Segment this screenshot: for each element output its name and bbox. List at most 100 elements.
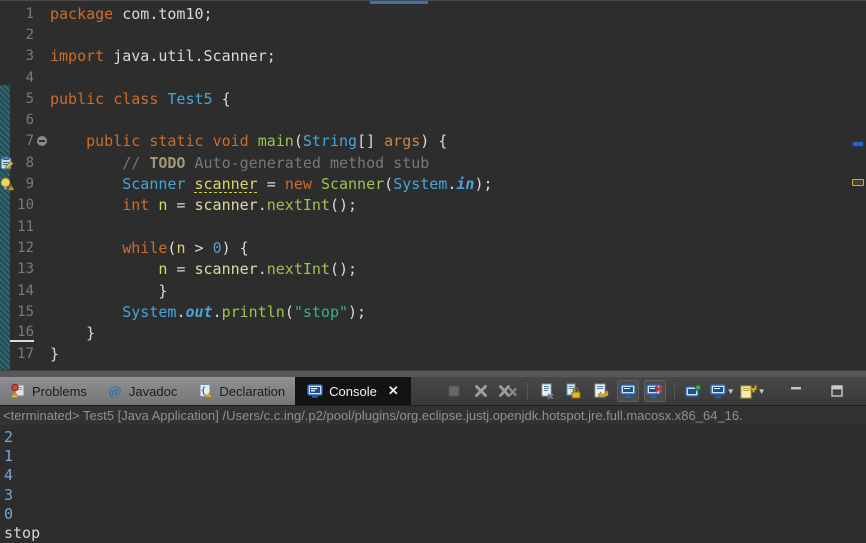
code-line[interactable]: 3 import java.util.Scanner;: [0, 46, 852, 67]
code-line[interactable]: 9 Scanner scanner = new Scanner(System.i…: [0, 173, 852, 194]
fold-marker-icon[interactable]: [34, 136, 50, 147]
task-icon[interactable]: [0, 152, 14, 173]
toolbar-separator: [526, 382, 528, 400]
clear-console-button[interactable]: [536, 380, 558, 402]
code-line[interactable]: 15 System.out.println("stop");: [0, 301, 852, 322]
line-number[interactable]: 10: [10, 197, 34, 213]
line-number[interactable]: 4: [10, 70, 34, 86]
gutter-cell: [0, 88, 10, 109]
gutter-cell: [0, 301, 10, 322]
code-token: static: [149, 132, 204, 151]
code-text[interactable]: System.out.println("stop");: [50, 303, 366, 321]
code-text[interactable]: public class Test5 {: [50, 90, 231, 108]
console-output[interactable]: 2 1 4 3 0 stop: [0, 425, 866, 543]
panel-splitter[interactable]: [0, 370, 866, 377]
code-line[interactable]: 11: [0, 216, 852, 237]
pin-console-button[interactable]: [683, 380, 705, 402]
line-number[interactable]: 3: [10, 48, 34, 64]
code-token: args: [384, 132, 421, 151]
gutter-cell: [0, 67, 10, 88]
code-token: while: [122, 238, 168, 257]
tab-label: Problems: [32, 383, 87, 399]
code-text[interactable]: while(n > 0) {: [50, 238, 248, 257]
code-lines: 1 package com.tom10; 2 3 import java.util.Sc…: [0, 3, 852, 365]
console-status-line: <terminated> Test5 [Java Application] /U…: [0, 405, 866, 425]
code-token: nextInt: [266, 260, 330, 279]
code-line[interactable]: 10 int n = scanner.nextInt();: [0, 195, 852, 216]
tab-console[interactable]: Console ✕: [295, 377, 411, 405]
java-editor[interactable]: 1 package com.tom10; 2 3 import java.util.Sc…: [0, 0, 866, 370]
overview-warning-marker[interactable]: [852, 179, 864, 186]
code-text[interactable]: int n = scanner.nextInt();: [50, 196, 357, 214]
line-number[interactable]: 14: [10, 283, 34, 299]
code-line[interactable]: 5 public class Test5 {: [0, 88, 852, 109]
code-token: }: [50, 345, 60, 364]
code-line[interactable]: 8 // TODO Auto-generated method stub: [0, 152, 852, 173]
code-line[interactable]: 17}: [0, 344, 852, 365]
javadoc-icon: @: [107, 383, 123, 400]
code-text[interactable]: Scanner scanner = new Scanner(System.in)…: [50, 175, 493, 194]
code-line[interactable]: 7 public static void main(String[] args)…: [0, 131, 852, 152]
remove-launch-button[interactable]: [470, 380, 492, 402]
console-line-stdin: 1: [4, 447, 14, 466]
code-line[interactable]: 6: [0, 109, 852, 130]
line-number[interactable]: 17: [10, 346, 34, 362]
line-number[interactable]: 2: [10, 27, 34, 43]
remove-all-launches-button[interactable]: [497, 380, 519, 402]
code-text[interactable]: // TODO Auto-generated method stub: [50, 154, 429, 172]
overview-occurrence-marker[interactable]: [852, 141, 864, 147]
close-icon[interactable]: ✕: [388, 383, 399, 399]
line-number[interactable]: 15: [10, 304, 34, 320]
open-console-button[interactable]: ▼: [740, 380, 766, 402]
chevron-down-icon[interactable]: ▼: [758, 387, 766, 396]
code-token: );: [474, 175, 493, 194]
code-token: (: [384, 175, 394, 194]
warning-bulb-icon[interactable]: [0, 173, 15, 194]
line-number[interactable]: 12: [10, 240, 34, 256]
code-text[interactable]: }: [50, 324, 95, 342]
code-line[interactable]: 13 n = scanner.nextInt();: [0, 259, 852, 280]
line-number[interactable]: 7: [10, 133, 34, 149]
line-number[interactable]: 13: [10, 261, 34, 277]
code-token: >: [185, 238, 213, 257]
console-line-stdin: 3: [4, 485, 14, 504]
code-line[interactable]: 16 }: [0, 322, 852, 343]
line-number[interactable]: 1: [10, 6, 34, 22]
code-line[interactable]: 4: [0, 67, 852, 88]
code-line[interactable]: 12 while(n > 0) {: [0, 237, 852, 258]
tab-declaration[interactable]: {Declaration: [187, 377, 295, 405]
code-token: java.util.Scanner;: [104, 47, 276, 66]
show-stderr-button[interactable]: [643, 380, 666, 402]
code-text[interactable]: public static void main(String[] args) {: [50, 132, 447, 150]
code-text[interactable]: n = scanner.nextInt();: [50, 260, 357, 278]
line-number[interactable]: 11: [10, 219, 34, 235]
code-text[interactable]: package com.tom10;: [50, 5, 213, 23]
code-token: package: [50, 4, 114, 23]
tab-javadoc[interactable]: @ Javadoc: [97, 377, 187, 405]
code-text[interactable]: }: [50, 282, 167, 300]
code-token: .: [257, 260, 267, 279]
code-token: 0: [212, 238, 222, 257]
word-wrap-button[interactable]: [590, 380, 612, 402]
code-text[interactable]: import java.util.Scanner;: [50, 47, 276, 65]
code-token: );: [348, 302, 367, 321]
show-stdout-button[interactable]: [616, 380, 639, 402]
maximize-button[interactable]: [826, 380, 848, 402]
chevron-down-icon[interactable]: ▼: [727, 387, 735, 396]
display-console-button[interactable]: ▼: [710, 380, 735, 402]
code-text[interactable]: }: [50, 345, 59, 363]
code-line[interactable]: 1 package com.tom10;: [0, 3, 852, 24]
line-number[interactable]: 5: [10, 91, 34, 107]
console-line-stdin: 4: [4, 466, 14, 485]
code-line[interactable]: 2: [0, 24, 852, 45]
tab-label: Console: [329, 383, 377, 399]
scroll-lock-button[interactable]: [563, 380, 585, 402]
minimize-button[interactable]: [785, 380, 807, 402]
line-number[interactable]: 16: [10, 324, 34, 343]
line-number[interactable]: 6: [10, 112, 34, 128]
code-line[interactable]: 14 }: [0, 280, 852, 301]
tab-problems[interactable]: Problems: [0, 377, 97, 405]
